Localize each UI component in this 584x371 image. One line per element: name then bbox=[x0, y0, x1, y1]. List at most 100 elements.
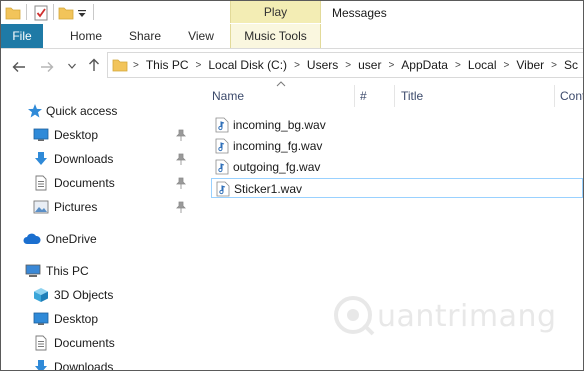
column-header-name[interactable]: Name bbox=[212, 89, 244, 103]
up-arrow-icon[interactable] bbox=[86, 57, 102, 73]
nav-item-quick-access[interactable]: Quick access bbox=[1, 100, 197, 122]
breadcrumb-separator-icon[interactable]: > bbox=[193, 60, 205, 71]
tab-view[interactable]: View bbox=[174, 24, 228, 48]
watermark: uantrimang bbox=[333, 291, 556, 341]
customize-toolbar-chevron-icon[interactable] bbox=[77, 4, 87, 22]
nav-item-documents[interactable]: Documents bbox=[1, 172, 197, 194]
document-icon bbox=[35, 335, 47, 351]
nav-item-3d-objects[interactable]: 3D Objects bbox=[1, 284, 197, 306]
cloud-icon bbox=[23, 233, 41, 244]
nav-item-label: Downloads bbox=[54, 360, 114, 371]
tab-music-tools[interactable]: Music Tools bbox=[230, 24, 321, 48]
breadcrumb-separator-icon[interactable]: > bbox=[291, 60, 303, 71]
watermark-text: uantrimang bbox=[377, 299, 557, 334]
breadcrumb-separator-icon: > bbox=[133, 59, 139, 71]
properties-icon[interactable] bbox=[33, 4, 49, 22]
breadcrumb-separator-icon[interactable]: > bbox=[548, 60, 560, 71]
breadcrumb-item[interactable]: Users bbox=[303, 58, 342, 72]
breadcrumb-item[interactable]: Sc bbox=[560, 58, 582, 72]
toolbar-divider bbox=[93, 4, 94, 20]
tab-home[interactable]: Home bbox=[59, 24, 113, 48]
nav-item-pc-desktop[interactable]: Desktop bbox=[1, 308, 197, 330]
forward-arrow-icon[interactable] bbox=[39, 59, 55, 75]
nav-item-label: Downloads bbox=[54, 152, 114, 166]
column-header-number[interactable]: # bbox=[360, 89, 367, 103]
new-folder-icon[interactable] bbox=[58, 4, 74, 22]
explorer-window: Play Messages File Home Share View Music… bbox=[0, 0, 584, 371]
pin-icon[interactable] bbox=[176, 153, 186, 165]
desktop-icon bbox=[33, 312, 49, 325]
nav-item-onedrive[interactable]: OneDrive bbox=[1, 228, 197, 250]
file-name: incoming_fg.wav bbox=[233, 139, 323, 153]
breadcrumb-item[interactable]: user bbox=[354, 58, 385, 72]
download-arrow-icon bbox=[35, 152, 47, 165]
pin-icon[interactable] bbox=[176, 129, 186, 141]
folder-icon[interactable] bbox=[5, 4, 21, 22]
nav-item-desktop[interactable]: Desktop bbox=[1, 124, 197, 146]
nav-item-pc-downloads[interactable]: Downloads bbox=[1, 356, 197, 371]
navigation-pane: Quick access Desktop Downloads Documents… bbox=[1, 89, 197, 371]
nav-item-label: Quick access bbox=[46, 104, 118, 118]
download-arrow-icon bbox=[35, 360, 47, 370]
tab-file[interactable]: File bbox=[1, 24, 43, 48]
file-row[interactable]: outgoing_fg.wav bbox=[211, 157, 583, 177]
window-title: Messages bbox=[332, 6, 387, 20]
document-icon bbox=[35, 175, 47, 191]
toolbar-divider bbox=[53, 4, 54, 20]
breadcrumb-separator-icon[interactable]: > bbox=[385, 60, 397, 71]
file-row[interactable]: incoming_fg.wav bbox=[211, 136, 583, 156]
column-divider[interactable] bbox=[354, 85, 355, 107]
pictures-icon bbox=[33, 200, 49, 214]
column-header-title[interactable]: Title bbox=[401, 89, 423, 103]
back-arrow-icon[interactable] bbox=[11, 59, 27, 75]
star-icon bbox=[28, 104, 42, 118]
nav-item-label: Documents bbox=[54, 176, 115, 190]
nav-item-label: 3D Objects bbox=[54, 288, 114, 302]
file-row-selected[interactable]: Sticker1.wav bbox=[211, 178, 583, 198]
file-name: Sticker1.wav bbox=[234, 182, 303, 196]
nav-item-pictures[interactable]: Pictures bbox=[1, 196, 197, 218]
breadcrumb-separator-icon[interactable]: > bbox=[501, 60, 513, 71]
toolbar-divider bbox=[26, 4, 27, 20]
column-header-contributing[interactable]: Cont bbox=[560, 89, 583, 103]
ribbon-tabs: File Home Share View Music Tools bbox=[1, 24, 583, 49]
nav-item-label: Desktop bbox=[54, 128, 99, 142]
audio-file-icon bbox=[216, 181, 230, 197]
desktop-icon bbox=[33, 128, 49, 141]
breadcrumb-item[interactable]: Viber bbox=[512, 58, 548, 72]
breadcrumb-item[interactable]: AppData bbox=[397, 58, 452, 72]
contextual-tab-play[interactable]: Play bbox=[230, 1, 321, 23]
file-row[interactable]: incoming_bg.wav bbox=[211, 115, 583, 135]
folder-icon bbox=[112, 59, 128, 72]
audio-file-icon bbox=[215, 117, 229, 133]
breadcrumb-separator-icon[interactable]: > bbox=[342, 60, 354, 71]
file-name: incoming_bg.wav bbox=[233, 118, 326, 132]
recent-locations-chevron-icon[interactable] bbox=[67, 61, 77, 71]
audio-file-icon bbox=[215, 138, 229, 154]
3d-cube-icon bbox=[34, 288, 48, 302]
nav-item-label: OneDrive bbox=[46, 232, 97, 246]
nav-item-this-pc[interactable]: This PC bbox=[1, 260, 197, 282]
pin-icon[interactable] bbox=[176, 201, 186, 213]
file-name: outgoing_fg.wav bbox=[233, 160, 321, 174]
pin-icon[interactable] bbox=[176, 177, 186, 189]
nav-item-label: Desktop bbox=[54, 312, 99, 326]
nav-item-label: Documents bbox=[54, 336, 115, 350]
address-bar[interactable]: > This PC > Local Disk (C:) > Users > us… bbox=[107, 52, 583, 78]
column-divider[interactable] bbox=[554, 85, 555, 107]
contextual-tab-label: Play bbox=[263, 5, 288, 19]
breadcrumb-item[interactable]: This PC bbox=[142, 58, 193, 72]
breadcrumb-separator-icon[interactable]: > bbox=[452, 60, 464, 71]
breadcrumb-item[interactable]: Local bbox=[464, 58, 501, 72]
column-divider[interactable] bbox=[394, 85, 395, 107]
computer-icon bbox=[25, 264, 41, 277]
quantrimang-logo-icon bbox=[334, 296, 375, 336]
tab-share[interactable]: Share bbox=[118, 24, 172, 48]
nav-item-downloads[interactable]: Downloads bbox=[1, 148, 197, 170]
breadcrumb: > This PC > Local Disk (C:) > Users > us… bbox=[130, 53, 582, 77]
sort-ascending-icon bbox=[276, 81, 286, 87]
nav-item-label: This PC bbox=[46, 264, 89, 278]
breadcrumb-item[interactable]: Local Disk (C:) bbox=[204, 58, 291, 72]
nav-item-pc-documents[interactable]: Documents bbox=[1, 332, 197, 354]
nav-item-label: Pictures bbox=[54, 200, 98, 214]
